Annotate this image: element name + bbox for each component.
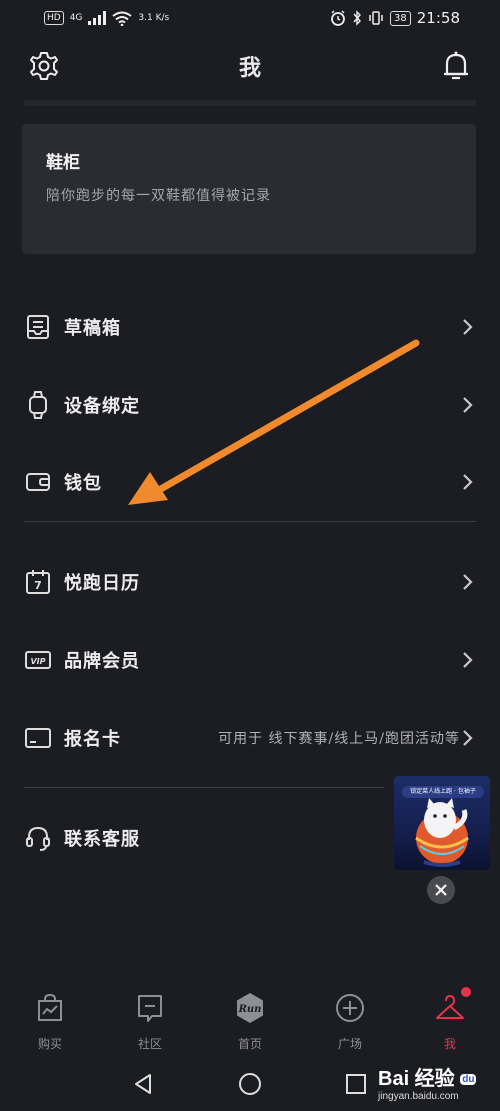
menu-label-registration-card: 报名卡 — [64, 729, 121, 750]
community-icon — [133, 991, 167, 1025]
tab-label-square: 广场 — [337, 1037, 362, 1051]
shoe-cabinet-subtitle: 陪你跑步的每一双鞋都值得被记录 — [46, 188, 271, 204]
bell-icon — [444, 51, 468, 80]
tab-me[interactable]: 我 — [400, 985, 500, 1055]
baidu-watermark: Bai 经验 du jingyan.baidu.com — [378, 1062, 494, 1106]
card-icon — [24, 724, 52, 752]
wallet-icon — [24, 468, 52, 496]
chevron-right-icon — [463, 319, 473, 335]
run-logo-icon: Run — [233, 991, 267, 1025]
header-divider — [24, 100, 476, 106]
section-divider — [24, 787, 384, 788]
registration-card-hint: 可用于 线下赛事/线上马/跑团活动等 — [218, 731, 460, 747]
tab-buy[interactable]: 购买 — [0, 985, 100, 1055]
settings-button[interactable] — [24, 46, 64, 86]
section-divider — [24, 521, 476, 522]
watermark-url: jingyan.baidu.com — [378, 1091, 459, 1102]
baidu-paw-icon: du — [460, 1074, 477, 1086]
menu-label-device-binding: 设备绑定 — [64, 396, 140, 417]
network-speed: 3.1 K/s — [138, 13, 170, 23]
promo-float-banner[interactable]: 锁定菜人线上跑 · 包袖子 — [394, 776, 490, 870]
hanger-icon — [433, 987, 471, 1025]
close-icon — [435, 884, 447, 896]
chevron-right-icon — [463, 474, 473, 490]
watch-icon — [24, 391, 52, 419]
shoe-cabinet-card[interactable]: 鞋柜 陪你跑步的每一双鞋都值得被记录 — [22, 124, 476, 254]
chevron-right-icon — [463, 574, 473, 590]
menu-item-wallet[interactable]: 钱包 — [0, 452, 500, 512]
menu-item-drafts[interactable]: 草稿箱 — [0, 297, 500, 357]
network-type: 4G — [69, 13, 83, 23]
plus-circle-icon — [333, 991, 367, 1025]
nav-back-button[interactable] — [130, 1071, 156, 1097]
nav-home-button[interactable] — [237, 1071, 263, 1097]
tab-community[interactable]: 社区 — [100, 985, 200, 1055]
home-circle-icon — [239, 1073, 261, 1095]
shopping-bag-icon — [33, 991, 67, 1025]
hd-badge: HD — [44, 11, 64, 25]
tab-home[interactable]: Run 首页 — [200, 985, 300, 1055]
chevron-right-icon — [463, 652, 473, 668]
watermark-main-text: Bai 经验 — [378, 1068, 455, 1090]
menu-label-calendar: 悦跑日历 — [64, 573, 140, 594]
tab-label-community: 社区 — [137, 1037, 162, 1051]
vip-text: VIP — [30, 657, 45, 666]
page-title: 我 — [238, 55, 261, 81]
menu-label-drafts: 草稿箱 — [64, 318, 121, 339]
tab-square[interactable]: 广场 — [300, 985, 400, 1055]
status-left: HD 4G 3.1 K/s — [44, 11, 169, 26]
cat-mascot-image — [415, 798, 469, 867]
tab-label-me: 我 — [443, 1037, 456, 1051]
gear-icon — [30, 52, 58, 80]
menu-item-calendar[interactable]: 7 悦跑日历 — [0, 552, 500, 612]
vip-icon: VIP — [24, 646, 52, 674]
chevron-right-icon — [463, 397, 473, 413]
nav-recents-button[interactable] — [343, 1071, 369, 1097]
notifications-button[interactable] — [436, 46, 476, 86]
tab-label-home: 首页 — [237, 1037, 262, 1051]
back-triangle-icon — [135, 1074, 151, 1094]
alarm-icon — [331, 10, 345, 26]
wifi-icon — [112, 11, 133, 26]
vibrate-icon — [369, 11, 383, 25]
menu-label-brand-membership: 品牌会员 — [64, 651, 140, 672]
signal-icon — [88, 11, 107, 25]
run-logo-text: Run — [238, 1004, 262, 1015]
clock: 21:58 — [416, 9, 460, 27]
menu-item-customer-service[interactable]: 联系客服 — [0, 808, 380, 868]
promo-close-button[interactable] — [427, 876, 455, 904]
page-header: 我 — [0, 40, 500, 92]
bluetooth-icon — [353, 10, 361, 26]
notification-dot — [461, 987, 471, 997]
menu-item-device-binding[interactable]: 设备绑定 — [0, 375, 500, 435]
drafts-icon — [24, 313, 52, 341]
status-right: 38 21:58 — [330, 9, 460, 27]
bottom-tab-bar: 购买 社区 Run 首页 广场 我 — [0, 985, 500, 1055]
menu-label-customer-service: 联系客服 — [64, 829, 140, 850]
chevron-right-icon — [463, 730, 473, 746]
calendar-icon: 7 — [24, 568, 52, 596]
menu-item-brand-membership[interactable]: VIP 品牌会员 — [0, 630, 500, 690]
shoe-cabinet-title: 鞋柜 — [46, 153, 80, 173]
recents-square-icon — [346, 1074, 366, 1094]
menu-item-registration-card[interactable]: 报名卡 可用于 线下赛事/线上马/跑团活动等 — [0, 708, 500, 768]
status-bar: HD 4G 3.1 K/s 38 21:58 — [0, 0, 500, 36]
tab-label-buy: 购买 — [37, 1037, 62, 1051]
watermark-main: Bai 经验 du — [378, 1062, 494, 1091]
battery-level: 38 — [390, 10, 411, 26]
menu-label-wallet: 钱包 — [64, 473, 102, 494]
calendar-day: 7 — [34, 579, 42, 592]
headset-icon — [24, 824, 52, 852]
